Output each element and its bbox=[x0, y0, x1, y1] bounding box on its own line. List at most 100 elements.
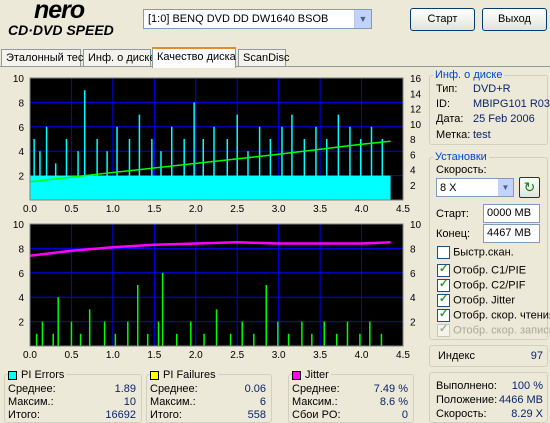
chart-1-x-tick-label: 3.5 bbox=[313, 350, 327, 361]
chart-0-y-left-tick-label: 2 bbox=[18, 172, 24, 183]
tab-scandisc[interactable]: ScanDisc bbox=[238, 49, 289, 67]
tab-disc-info[interactable]: Инф. о диске bbox=[83, 49, 155, 67]
chart-1-y-right-tick-label: 6 bbox=[410, 269, 416, 280]
option-show-pif[interactable]: ✓ Отобр. C2/PIF bbox=[437, 278, 526, 292]
drive-select-value: [1:0] BENQ DVD DD DW1640 BSOB bbox=[148, 13, 329, 25]
chart-0-y-right-tick-label: 4 bbox=[410, 166, 416, 177]
drive-select[interactable]: [1:0] BENQ DVD DD DW1640 BSOB ▼ bbox=[143, 9, 372, 29]
chart-0-x-tick-label: 2.5 bbox=[230, 204, 244, 215]
checkmark-icon: ✓ bbox=[439, 323, 449, 335]
tab-benchmark[interactable]: Эталонный тест bbox=[1, 49, 88, 67]
chart-1-y-left-tick-label: 2 bbox=[18, 318, 24, 329]
speed-select-value: 8 X bbox=[440, 182, 457, 194]
chart-0-y-right-tick-label: 2 bbox=[410, 181, 416, 192]
stat-label: Среднее: bbox=[8, 383, 56, 395]
nero-logo: nero CD·DVD SPEED bbox=[6, 0, 140, 38]
stat-label: Максим.: bbox=[8, 396, 54, 408]
option-label: Отобр. C1/PIE bbox=[453, 264, 527, 277]
option-show-write-speed: ✓ Отобр. скор. записи bbox=[437, 323, 550, 337]
chart-1-x-tick-label: 2.0 bbox=[189, 350, 203, 361]
date-value: 25 Feb 2006 bbox=[473, 113, 535, 125]
start-button[interactable]: Старт bbox=[410, 8, 475, 31]
chart-1-y-right-tick-label: 2 bbox=[410, 318, 416, 329]
id-label: ID: bbox=[436, 98, 451, 110]
chart-1-x-tick-label: 2.5 bbox=[230, 350, 244, 361]
pi-failures-title: PI Failures bbox=[150, 369, 218, 381]
chart-0-y-left-tick-label: 8 bbox=[18, 98, 24, 109]
charts-area: 0.0 0.5 1.0 1.5 2.0 2.5 3.0 3.5 4.0 4.5 2 4 6 8 10 2 4 6 8… bbox=[13, 74, 422, 361]
checkbox-show-write-speed: ✓ bbox=[437, 323, 450, 337]
tab-bar: Эталонный тест Инф. о диске Качество дис… bbox=[0, 47, 550, 68]
pi-failures-title-text: PI Failures bbox=[163, 369, 216, 381]
checkbox-show-read-speed[interactable]: ✓ bbox=[437, 308, 450, 322]
chart-1-y-left-tick-label: 4 bbox=[18, 293, 24, 304]
checkbox-show-pie[interactable]: ✓ bbox=[437, 263, 450, 277]
tab-disc-quality[interactable]: Качество диска bbox=[152, 47, 236, 68]
chart-0-y-right-tick-label: 6 bbox=[410, 150, 416, 161]
chevron-down-icon[interactable]: ▼ bbox=[354, 10, 371, 28]
option-label: Отобр. скор. записи bbox=[453, 324, 550, 337]
position-label: Положение: bbox=[436, 394, 498, 406]
chart-0-x-tick-label: 2.0 bbox=[189, 204, 203, 215]
jitter-avg: 7.49 % bbox=[373, 383, 408, 395]
stat-label: Итого: bbox=[8, 409, 40, 421]
exit-button[interactable]: Выход bbox=[482, 8, 547, 31]
checkbox-show-pif[interactable]: ✓ bbox=[437, 278, 450, 292]
pi-failures-max: 6 bbox=[259, 396, 266, 408]
option-show-read-speed[interactable]: ✓ Отобр. скор. чтения bbox=[437, 308, 550, 322]
chart-0-x-tick-label: 1.5 bbox=[147, 204, 161, 215]
chart-1-x-tick-label: 4.0 bbox=[355, 350, 369, 361]
position-value: 4466 MB bbox=[498, 394, 543, 406]
chart-0-y-right-tick-label: 16 bbox=[410, 74, 422, 85]
chart-1-x-tick-label: 4.5 bbox=[396, 350, 410, 361]
jitter-swatch bbox=[292, 370, 301, 380]
option-label: Отобр. C2/PIF bbox=[453, 279, 526, 292]
chart-0-y-right-tick-label: 12 bbox=[410, 105, 422, 116]
chart-0-y-left-tick-label: 6 bbox=[18, 123, 24, 134]
stat-label: Максим.: bbox=[292, 396, 338, 408]
pi-failures-swatch bbox=[150, 370, 159, 380]
option-show-pie[interactable]: ✓ Отобр. C1/PIE bbox=[437, 263, 527, 277]
speed-progress-value: 8.29 X bbox=[511, 408, 543, 420]
po-failures-value: 0 bbox=[401, 409, 408, 421]
option-label: Быстр.скан. bbox=[453, 246, 514, 259]
chart-0-x-tick-label: 1.0 bbox=[106, 204, 120, 215]
refresh-icon[interactable]: ↻ bbox=[519, 177, 540, 198]
end-field[interactable]: 4467 MB bbox=[483, 224, 540, 243]
checkmark-icon: ✓ bbox=[439, 263, 449, 275]
chart-0-y-left-tick-label: 4 bbox=[18, 147, 24, 158]
chart-0-x-tick-label: 4.0 bbox=[355, 204, 369, 215]
chart-1-x-tick-label: 1.0 bbox=[106, 350, 120, 361]
checkmark-icon: ✓ bbox=[439, 278, 449, 290]
pi-errors-total: 16692 bbox=[105, 409, 136, 421]
checkbox-quick-scan[interactable] bbox=[437, 246, 450, 259]
stat-label: Сбои PO: bbox=[292, 409, 341, 421]
mark-value: test bbox=[473, 129, 491, 141]
type-label: Тип: bbox=[436, 83, 458, 95]
chart-1-y-left-tick-label: 10 bbox=[13, 220, 25, 231]
start-field[interactable]: 0000 MB bbox=[483, 204, 540, 223]
disc-info-title: Инф. о диске bbox=[433, 69, 505, 81]
chart-1-y-left-tick-label: 8 bbox=[18, 244, 24, 255]
chart-1-x-tick-label: 1.5 bbox=[147, 350, 161, 361]
id-value: MBIPG101 R03 bbox=[473, 98, 550, 110]
option-label: Отобр. Jitter bbox=[453, 294, 516, 307]
chart-0-y-right-tick-label: 8 bbox=[410, 135, 416, 146]
stat-label: Итого: bbox=[150, 409, 182, 421]
speed-label: Скорость: bbox=[436, 164, 487, 176]
checkbox-show-jitter[interactable]: ✓ bbox=[437, 293, 450, 307]
stat-label: Максим.: bbox=[150, 396, 196, 408]
checkmark-icon: ✓ bbox=[439, 293, 449, 305]
type-value: DVD+R bbox=[473, 83, 511, 95]
chart-0-y-right-tick-label: 10 bbox=[410, 120, 422, 131]
speed-select[interactable]: 8 X ▼ bbox=[436, 178, 514, 197]
option-label: Отобр. скор. чтения bbox=[453, 309, 550, 322]
option-quick-scan[interactable]: Быстр.скан. bbox=[437, 246, 514, 259]
chevron-down-icon[interactable]: ▼ bbox=[498, 179, 513, 196]
start-label: Старт: bbox=[436, 208, 469, 220]
chart-0-y-left-tick-label: 10 bbox=[13, 74, 25, 85]
stat-label: Среднее: bbox=[292, 383, 340, 395]
chart-0-x-tick-label: 4.5 bbox=[396, 204, 410, 215]
option-show-jitter[interactable]: ✓ Отобр. Jitter bbox=[437, 293, 516, 307]
chart-0-x-tick-label: 0.0 bbox=[23, 204, 37, 215]
